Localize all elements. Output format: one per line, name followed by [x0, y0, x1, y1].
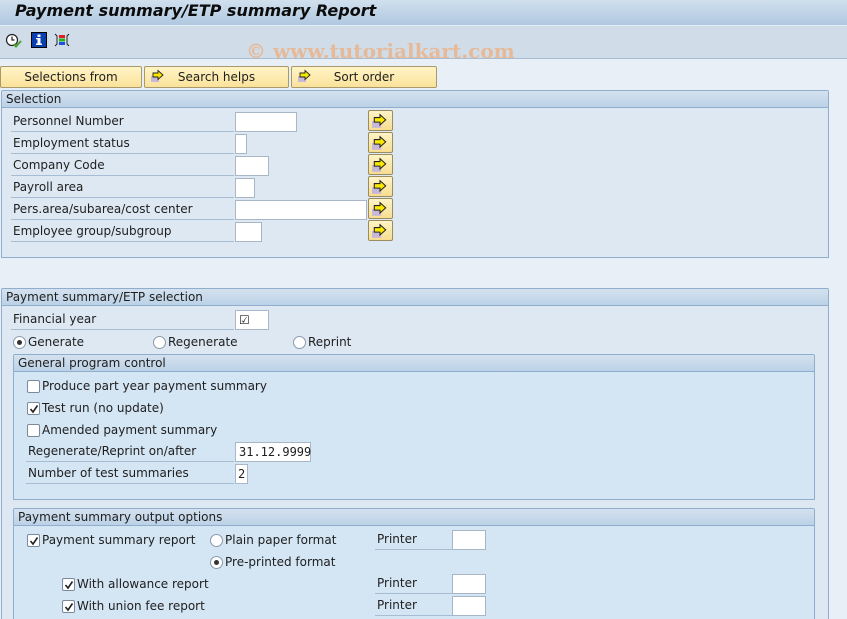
pre-printed-label: Pre-printed format [225, 555, 336, 569]
sort-order-button[interactable]: Sort order [291, 66, 437, 88]
payment-summary-report-checkbox[interactable] [27, 534, 40, 547]
multiple-selection-button-employment-status[interactable] [368, 132, 393, 153]
union-fee-report-label: With union fee report [77, 599, 205, 613]
checkmark-icon [64, 581, 74, 590]
company-code-input[interactable] [235, 156, 269, 176]
printer-input-allowance[interactable] [452, 574, 486, 594]
checkmark-icon [64, 603, 74, 612]
payroll-area-input[interactable] [235, 178, 255, 198]
printer-input-payment-summary[interactable] [452, 530, 486, 550]
multiple-selection-button-company-code[interactable] [368, 154, 393, 175]
employment-status-label: Employment status [11, 134, 234, 154]
page-title: Payment summary/ETP summary Report [15, 1, 377, 20]
payment-summary-report-label: Payment summary report [42, 533, 196, 547]
reprint-label: Reprint [308, 335, 352, 349]
multiple-selection-arrow-icon [372, 201, 387, 216]
financial-year-label: Financial year [11, 310, 234, 330]
printer-label: Printer [375, 596, 452, 616]
printer-label: Printer [375, 530, 452, 550]
watermark: © www.tutorialkart.com [246, 39, 515, 63]
generate-label: Generate [28, 335, 85, 349]
employee-group-subgroup-label: Employee group/subgroup [11, 222, 234, 242]
multiple-selection-button-personnel-number[interactable] [368, 110, 393, 131]
part-year-label: Produce part year payment summary [42, 379, 267, 393]
number-test-summaries-label: Number of test summaries [26, 464, 234, 484]
pers-area-subarea-cost-center-label: Pers.area/subarea/cost center [11, 200, 234, 220]
execute-clock-icon[interactable] [5, 32, 23, 50]
printer-input-union-fee[interactable] [452, 596, 486, 616]
regenerate-reprint-date-label: Regenerate/Reprint on/after [26, 442, 234, 462]
regenerate-label: Regenerate [168, 335, 238, 349]
multiple-selection-arrow-icon [372, 113, 387, 128]
union-fee-report-checkbox[interactable] [62, 600, 75, 613]
etp-selection-group-title: Payment summary/ETP selection [2, 289, 828, 306]
personnel-number-input[interactable] [235, 112, 297, 132]
plain-paper-radio[interactable] [210, 534, 223, 547]
multiple-selection-arrow-icon [298, 69, 312, 86]
selections-from-button[interactable]: Selections from [0, 66, 142, 88]
personnel-number-label: Personnel Number [11, 112, 234, 132]
part-year-checkbox[interactable] [27, 380, 40, 393]
regenerate-radio[interactable] [153, 336, 166, 349]
financial-year-input[interactable]: ☑ [235, 310, 269, 330]
multiple-selection-arrow-icon [372, 157, 387, 172]
test-run-checkbox[interactable] [27, 402, 40, 415]
company-code-label: Company Code [11, 156, 234, 176]
search-helps-label: Search helps [177, 70, 256, 84]
payroll-area-label: Payroll area [11, 178, 234, 198]
amended-label: Amended payment summary [42, 423, 218, 437]
general-program-control-title: General program control [14, 355, 814, 372]
checkmark-icon [29, 537, 39, 546]
allowance-report-checkbox[interactable] [62, 578, 75, 591]
multiple-selection-button-pers-area-subarea-cost-center[interactable] [368, 198, 393, 219]
printer-label: Printer [375, 574, 452, 594]
multiple-selection-arrow-icon [372, 135, 387, 150]
info-icon[interactable] [31, 32, 49, 50]
reprint-radio[interactable] [293, 336, 306, 349]
amended-checkbox[interactable] [27, 424, 40, 437]
sort-order-label: Sort order [333, 70, 395, 84]
regenerate-reprint-date-input[interactable]: 31.12.9999 [235, 442, 311, 462]
layout-colors-icon[interactable] [54, 32, 72, 50]
pers-area-subarea-cost-center-input[interactable] [235, 200, 367, 220]
multiple-selection-arrow-icon [372, 179, 387, 194]
number-test-summaries-input[interactable]: 2 [235, 464, 248, 484]
multiple-selection-arrow-icon [372, 223, 387, 238]
generate-radio[interactable] [13, 336, 26, 349]
multiple-selection-button-employee-group-subgroup[interactable] [368, 220, 393, 241]
test-run-label: Test run (no update) [42, 401, 164, 415]
selection-group-title: Selection [2, 91, 828, 108]
selections-from-label: Selections from [24, 70, 118, 84]
output-options-title: Payment summary output options [14, 509, 814, 526]
multiple-selection-button-payroll-area[interactable] [368, 176, 393, 197]
pre-printed-radio[interactable] [210, 556, 223, 569]
allowance-report-label: With allowance report [77, 577, 209, 591]
plain-paper-label: Plain paper format [225, 533, 337, 547]
search-helps-button[interactable]: Search helps [144, 66, 289, 88]
employee-group-subgroup-input[interactable] [235, 222, 262, 242]
checkmark-icon [29, 405, 39, 414]
employment-status-input[interactable] [235, 134, 247, 154]
multiple-selection-arrow-icon [151, 69, 165, 86]
title-bar: Payment summary/ETP summary Report [0, 0, 847, 26]
